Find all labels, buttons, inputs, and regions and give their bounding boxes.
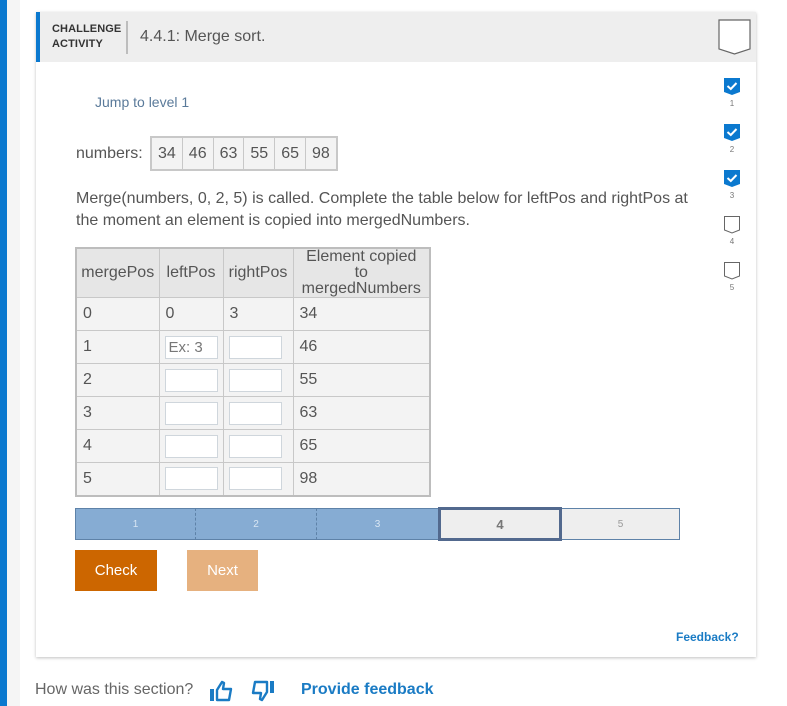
- mergepos-cell: 1: [75, 330, 160, 364]
- rightpos-input[interactable]: [228, 467, 282, 491]
- array-cell: 65: [275, 138, 306, 169]
- level-number: 5: [729, 283, 735, 292]
- rightpos-input[interactable]: [228, 368, 282, 392]
- numbers-array: 34 46 63 55 65 98: [150, 136, 338, 171]
- leftpos-cell: [158, 462, 224, 496]
- activity-type-line1: CHALLENGE: [52, 23, 122, 35]
- header-leftpos: leftPos: [158, 247, 224, 298]
- merge-table: mergePos leftPos rightPos Element copied…: [75, 247, 431, 497]
- checkmark-badge-icon: [724, 78, 740, 95]
- check-button[interactable]: Check: [75, 550, 157, 591]
- progress-level-1[interactable]: 1: [75, 508, 196, 540]
- level-number: 3: [729, 191, 735, 200]
- empty-badge-icon: [724, 216, 740, 234]
- rightpos-cell: 3: [222, 297, 294, 331]
- mergepos-cell: 4: [75, 429, 160, 463]
- rightpos-cell: [222, 330, 294, 364]
- level-indicator-2[interactable]: 2: [722, 124, 742, 154]
- element-cell: 46: [292, 330, 431, 364]
- leftpos-cell: [158, 429, 224, 463]
- array-cell: 46: [183, 138, 214, 169]
- header-divider: [126, 21, 128, 54]
- leftpos-input[interactable]: [164, 368, 218, 392]
- mergepos-cell: 3: [75, 396, 160, 430]
- rightpos-cell: [222, 363, 294, 397]
- question-prompt: Merge(numbers, 0, 2, 5) is called. Compl…: [76, 190, 688, 229]
- table-header-row: mergePos leftPos rightPos Element copied…: [75, 247, 431, 298]
- left-accent-rail: [0, 0, 7, 706]
- leftpos-cell: 0: [158, 297, 224, 331]
- table-row: 0 0 3 34: [75, 297, 431, 331]
- table-row: 4 65: [75, 429, 431, 463]
- leftpos-cell: [158, 363, 224, 397]
- table-row: 3 63: [75, 396, 431, 430]
- section-rating-question: How was this section?: [35, 681, 194, 698]
- progress-level-2[interactable]: 2: [196, 508, 317, 540]
- progress-level-3[interactable]: 3: [317, 508, 438, 540]
- level-number: 2: [729, 145, 735, 154]
- level-number: 1: [729, 99, 735, 108]
- table-row: 2 55: [75, 363, 431, 397]
- empty-badge-icon: [724, 262, 740, 280]
- thumbs-down-icon[interactable]: [250, 680, 276, 702]
- element-cell: 65: [292, 429, 431, 463]
- level-progress-bar: 1 2 3 4 5: [75, 507, 680, 541]
- activity-header: CHALLENGE ACTIVITY 4.4.1: Merge sort.: [36, 12, 756, 62]
- activity-title: 4.4.1: Merge sort.: [140, 28, 266, 45]
- element-cell: 34: [292, 297, 431, 331]
- level-indicator-5[interactable]: 5: [722, 262, 742, 292]
- activity-type-line2: ACTIVITY: [52, 38, 103, 50]
- progress-level-5[interactable]: 5: [562, 508, 680, 540]
- mergepos-cell: 5: [75, 462, 160, 496]
- leftpos-input[interactable]: [164, 335, 218, 359]
- element-cell: 55: [292, 363, 431, 397]
- element-cell: 63: [292, 396, 431, 430]
- table-row: 5 98: [75, 462, 431, 496]
- leftpos-input[interactable]: [164, 401, 218, 425]
- left-rail-edge: [7, 0, 20, 706]
- provide-feedback-link[interactable]: Provide feedback: [301, 681, 434, 699]
- rightpos-input[interactable]: [228, 335, 282, 359]
- level-indicator-1[interactable]: 1: [722, 78, 742, 108]
- checkmark-badge-icon: [724, 170, 740, 187]
- next-button[interactable]: Next: [187, 550, 258, 591]
- challenge-activity-card: CHALLENGE ACTIVITY 4.4.1: Merge sort. Ju…: [36, 12, 756, 657]
- header-mergepos: mergePos: [75, 247, 160, 298]
- numbers-label: numbers:: [76, 145, 143, 162]
- checkmark-badge-icon: [724, 124, 740, 141]
- rightpos-input[interactable]: [228, 434, 282, 458]
- array-cell: 63: [214, 138, 245, 169]
- rightpos-cell: [222, 429, 294, 463]
- rightpos-cell: [222, 396, 294, 430]
- table-row: 1 46: [75, 330, 431, 364]
- level-indicator-3[interactable]: 3: [722, 170, 742, 200]
- array-cell: 98: [311, 145, 330, 162]
- mergepos-cell: 0: [75, 297, 160, 331]
- leftpos-input[interactable]: [164, 467, 218, 491]
- activity-type-label: CHALLENGE ACTIVITY: [52, 22, 121, 52]
- mergepos-cell: 2: [75, 363, 160, 397]
- progress-level-4-current[interactable]: 4: [438, 507, 562, 541]
- level-indicator-4[interactable]: 4: [722, 216, 742, 246]
- header-element-copied: Element copied to mergedNumbers: [292, 247, 431, 298]
- rightpos-input[interactable]: [228, 401, 282, 425]
- thumbs-up-icon[interactable]: [208, 680, 234, 702]
- feedback-link[interactable]: Feedback?: [676, 630, 739, 644]
- jump-to-level-link[interactable]: Jump to level 1: [95, 94, 189, 110]
- ribbon-badge-icon: [718, 19, 751, 55]
- leftpos-cell: [158, 330, 224, 364]
- header-rightpos: rightPos: [222, 247, 294, 298]
- leftpos-input[interactable]: [164, 434, 218, 458]
- level-number: 4: [729, 237, 735, 246]
- element-cell: 98: [292, 462, 431, 496]
- leftpos-cell: [158, 396, 224, 430]
- array-cell: 34: [152, 138, 183, 169]
- rightpos-cell: [222, 462, 294, 496]
- array-cell: 55: [244, 138, 276, 169]
